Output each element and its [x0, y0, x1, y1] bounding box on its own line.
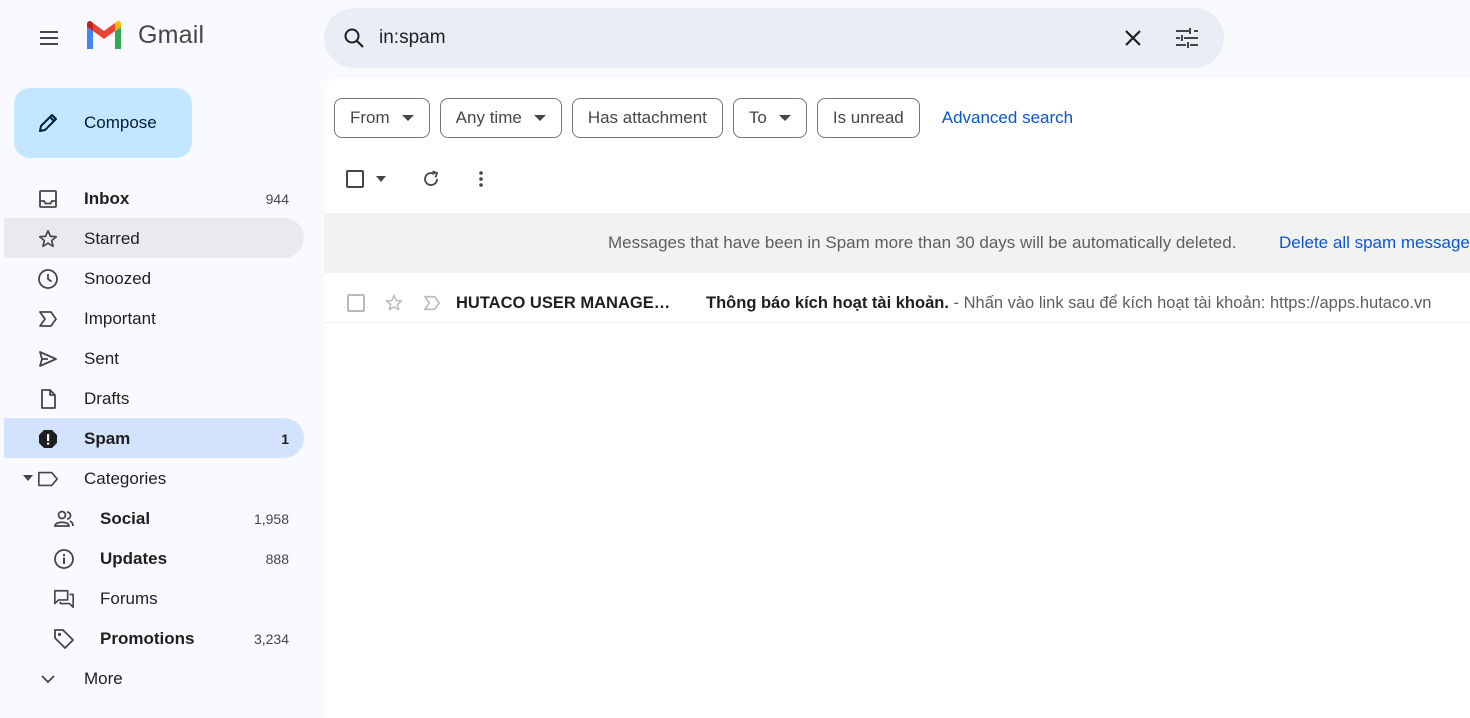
- delete-all-spam-link[interactable]: Delete all spam messages now: [1279, 233, 1470, 253]
- sidebar-item-label: Forums: [100, 589, 158, 608]
- list-toolbar: [324, 158, 624, 198]
- message-preview: Thông báo kích hoạt tài khoản. - Nhấn và…: [706, 294, 1431, 313]
- gmail-logo[interactable]: Gmail: [84, 20, 204, 50]
- caret-down-icon: [533, 115, 546, 121]
- advanced-search-link[interactable]: Advanced search: [942, 108, 1073, 128]
- select-all-checkbox[interactable]: [346, 170, 364, 188]
- send-icon: [37, 348, 59, 370]
- sidebar-item-forums[interactable]: Forums: [4, 578, 304, 618]
- star-icon: [37, 228, 59, 250]
- spam-icon: [37, 428, 59, 450]
- compose-label: Compose: [84, 113, 157, 132]
- clear-search-button[interactable]: [1117, 22, 1149, 54]
- inbox-icon: [37, 188, 59, 210]
- sidebar-item-updates[interactable]: Updates 888: [4, 538, 304, 578]
- chip-is-unread[interactable]: Is unread: [816, 98, 920, 138]
- sidebar-item-label: Updates: [100, 549, 168, 568]
- compose-button[interactable]: Compose: [14, 88, 192, 158]
- row-checkbox[interactable]: [347, 294, 365, 312]
- message-row[interactable]: HUTACO USER MANAGEMENT Thông báo kích ho…: [324, 283, 1470, 323]
- sidebar-item-starred[interactable]: Starred: [4, 218, 304, 258]
- sidebar-item-label: Sent: [84, 349, 119, 368]
- spam-count: 1: [281, 431, 289, 447]
- tag-icon: [53, 628, 75, 650]
- spam-notice-text: Messages that have been in Spam more tha…: [608, 233, 1237, 252]
- chip-label: Any time: [455, 108, 522, 127]
- sidebar-item-label: Starred: [84, 229, 140, 248]
- promotions-count: 3,234: [253, 631, 289, 647]
- sidebar-item-spam[interactable]: Spam 1: [4, 418, 304, 458]
- sidebar-item-label: Social: [100, 509, 151, 528]
- sidebar-item-sent[interactable]: Sent: [4, 338, 304, 378]
- sidebar-item-label: Promotions: [100, 629, 195, 648]
- more-vert-icon[interactable]: [471, 168, 491, 190]
- sidebar-item-label: Important: [84, 309, 156, 328]
- sidebar-item-social[interactable]: Social 1,958: [4, 498, 304, 538]
- clock-icon: [37, 268, 59, 290]
- star-icon[interactable]: [384, 293, 404, 313]
- sidebar-item-inbox[interactable]: Inbox 944: [4, 178, 304, 218]
- sidebar-item-label: Drafts: [84, 389, 130, 408]
- caret-down-icon: [778, 115, 791, 121]
- draft-icon: [37, 388, 59, 410]
- sidebar-item-snoozed[interactable]: Snoozed: [4, 258, 304, 298]
- chip-to[interactable]: To: [732, 98, 807, 138]
- label-icon: [37, 468, 59, 490]
- sidebar-item-label: More: [84, 669, 123, 688]
- sidebar-nav: Inbox 944 Starred Snoozed Important Sent…: [4, 178, 304, 698]
- spam-notice-banner: Messages that have been in Spam more tha…: [324, 213, 1470, 273]
- updates-count: 888: [265, 551, 289, 567]
- tune-icon: [1176, 28, 1198, 48]
- search-options-button[interactable]: [1171, 22, 1203, 54]
- message-subject: Thông báo kích hoạt tài khoản.: [706, 294, 949, 312]
- close-icon: [1125, 30, 1141, 46]
- sidebar-item-promotions[interactable]: Promotions 3,234: [4, 618, 304, 658]
- message-sender: HUTACO USER MANAGEMENT: [456, 294, 671, 312]
- sidebar-item-drafts[interactable]: Drafts: [4, 378, 304, 418]
- chip-label: To: [748, 108, 767, 127]
- forum-icon: [53, 588, 75, 610]
- sidebar-item-categories[interactable]: Categories: [4, 458, 304, 498]
- chip-any-time[interactable]: Any time: [439, 98, 562, 138]
- sidebar-item-label: Snoozed: [84, 269, 152, 288]
- main-panel: From Any time Has attachment To Is unrea…: [324, 78, 1470, 718]
- search-chips: From Any time Has attachment To Is unrea…: [334, 98, 1073, 138]
- inbox-count: 944: [265, 191, 289, 207]
- pencil-icon: [39, 114, 57, 132]
- gmail-logo-icon: [87, 20, 121, 49]
- chevron-down-icon: [37, 668, 59, 690]
- social-count: 1,958: [253, 511, 289, 527]
- main-menu-button[interactable]: [29, 18, 69, 58]
- caret-down-icon: [401, 115, 414, 121]
- search-bar: [324, 8, 1224, 68]
- sidebar-item-more[interactable]: More: [4, 658, 304, 698]
- chip-label: From: [350, 108, 390, 127]
- important-icon[interactable]: [422, 294, 442, 312]
- important-icon: [37, 308, 59, 330]
- menu-icon: [40, 31, 58, 45]
- caret-down-icon[interactable]: [22, 473, 34, 483]
- info-icon: [53, 548, 75, 570]
- sidebar-item-label: Spam: [84, 429, 131, 448]
- sidebar-item-label: Inbox: [84, 189, 130, 208]
- chip-from[interactable]: From: [334, 98, 430, 138]
- sidebar-item-important[interactable]: Important: [4, 298, 304, 338]
- chip-has-attachment[interactable]: Has attachment: [571, 98, 723, 138]
- gmail-app: Gmail Compose Inbox 944 Starred Snoozed: [0, 0, 1470, 718]
- people-icon: [53, 508, 75, 530]
- sidebar-item-label: Categories: [84, 469, 167, 488]
- search-button[interactable]: [338, 22, 370, 54]
- refresh-icon[interactable]: [420, 168, 442, 190]
- app-name: Gmail: [138, 20, 205, 49]
- select-dropdown-icon[interactable]: [376, 176, 386, 182]
- search-input[interactable]: [379, 22, 1099, 54]
- search-icon: [344, 28, 364, 48]
- chip-label: Is unread: [832, 108, 904, 127]
- chip-label: Has attachment: [587, 108, 707, 127]
- message-snippet: - Nhấn vào link sau để kích hoạt tài kho…: [948, 294, 1432, 312]
